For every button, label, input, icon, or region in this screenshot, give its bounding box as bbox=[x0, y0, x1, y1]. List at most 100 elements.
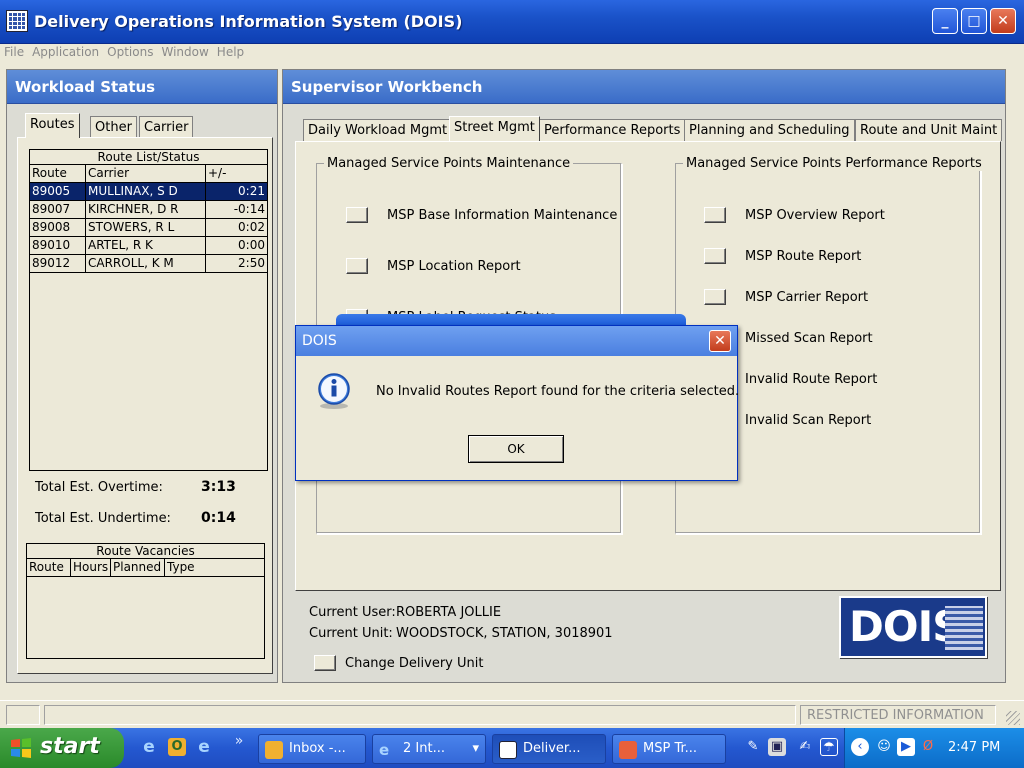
menu-application[interactable]: Application bbox=[28, 44, 103, 59]
app-icon bbox=[6, 10, 28, 32]
cell-diff: 0:00 bbox=[238, 238, 265, 252]
tab-routes[interactable]: Routes bbox=[25, 113, 80, 138]
col-hours: Hours bbox=[71, 559, 111, 576]
resize-grip-icon[interactable] bbox=[1006, 711, 1020, 725]
msp-carrier-button[interactable] bbox=[704, 289, 726, 305]
task-msp[interactable]: MSP Tr... bbox=[612, 734, 726, 764]
cell-route: 89008 bbox=[30, 219, 86, 236]
msp-route-button[interactable] bbox=[704, 248, 726, 264]
task-inbox-label: Inbox -... bbox=[289, 741, 346, 756]
dialog-title: DOIS bbox=[302, 333, 337, 349]
overtime-value: 3:13 bbox=[201, 479, 236, 495]
msp-location-button[interactable] bbox=[346, 258, 368, 274]
col-planned: Planned bbox=[111, 559, 165, 576]
tab-carrier[interactable]: Carrier bbox=[139, 116, 194, 138]
alert-tray-icon[interactable]: Ø bbox=[919, 738, 937, 756]
invalid-scan-label: Invalid Scan Report bbox=[745, 413, 872, 428]
route-list-grid: Route List/Status Route Carrier +/- 8900… bbox=[29, 149, 268, 471]
current-unit-value: WOODSTOCK, STATION, 3018901 bbox=[396, 626, 613, 641]
col-carrier: Carrier bbox=[86, 165, 206, 182]
msp-base-info-button[interactable] bbox=[346, 207, 368, 223]
info-icon bbox=[315, 372, 353, 410]
col-diff: +/- bbox=[208, 166, 227, 180]
shield-tray-icon[interactable]: ☂ bbox=[820, 738, 838, 756]
edit-tray-icon[interactable]: ✍ bbox=[796, 738, 814, 756]
window-title: Delivery Operations Information System (… bbox=[34, 12, 463, 31]
task-internet[interactable]: e 2 Int... ▾ bbox=[372, 734, 486, 764]
current-user-label: Current User: bbox=[309, 605, 396, 620]
tab-street-mgmt[interactable]: Street Mgmt bbox=[449, 116, 540, 141]
group-dropdown-icon: ▾ bbox=[472, 741, 479, 756]
menu-file[interactable]: File bbox=[0, 44, 28, 59]
route-vacancies-header: Route Hours Planned Type bbox=[27, 559, 264, 577]
browser-quicklaunch-icon[interactable]: e bbox=[195, 738, 213, 756]
table-row[interactable]: 89010 ARTEL, R K 0:00 bbox=[30, 237, 267, 255]
tab-route-unit-maint[interactable]: Route and Unit Maint bbox=[855, 119, 1003, 141]
table-row[interactable]: 89012 CARROLL, K M 2:50 bbox=[30, 255, 267, 273]
dois-app-icon bbox=[499, 741, 517, 759]
invalid-route-label: Invalid Route Report bbox=[745, 372, 878, 387]
dialog-title-bar: DOIS ✕ bbox=[296, 326, 737, 356]
status-pane-main bbox=[44, 705, 796, 725]
pen-tray-icon[interactable]: ✎ bbox=[744, 738, 762, 756]
close-button[interactable]: ✕ bbox=[990, 8, 1016, 34]
task-msp-label: MSP Tr... bbox=[643, 741, 698, 756]
tab-planning-scheduling[interactable]: Planning and Scheduling bbox=[684, 119, 855, 141]
msp-route-label: MSP Route Report bbox=[745, 249, 862, 264]
messenger-tray-icon[interactable]: ☺ bbox=[875, 738, 893, 756]
change-unit-button[interactable] bbox=[314, 655, 336, 671]
tab-performance-reports[interactable]: Performance Reports bbox=[539, 119, 686, 141]
task-internet-label: 2 Int... bbox=[403, 741, 445, 756]
menu-options[interactable]: Options bbox=[103, 44, 157, 59]
cell-carrier: ARTEL, R K bbox=[86, 237, 206, 254]
status-bar: RESTRICTED INFORMATION bbox=[0, 700, 1024, 728]
msp-overview-button[interactable] bbox=[704, 207, 726, 223]
maximize-button[interactable]: □ bbox=[961, 8, 987, 34]
workload-status-title: Workload Status bbox=[7, 70, 277, 104]
table-row[interactable]: 89008 STOWERS, R L 0:02 bbox=[30, 219, 267, 237]
table-row[interactable]: 89007 KIRCHNER, D R -0:14 bbox=[30, 201, 267, 219]
msp-carrier-label: MSP Carrier Report bbox=[745, 290, 869, 305]
tab-other[interactable]: Other bbox=[90, 116, 137, 138]
cell-carrier: STOWERS, R L bbox=[86, 219, 206, 236]
dois-logo: DOIS bbox=[839, 596, 987, 658]
taskbar: start e O e » Inbox -... e 2 Int... ▾ Deli… bbox=[0, 728, 1024, 768]
undertime-label: Total Est. Undertime: bbox=[35, 511, 171, 526]
task-dois-label: Deliver... bbox=[523, 741, 581, 756]
ie-quicklaunch-icon[interactable]: e bbox=[140, 738, 158, 756]
quicklaunch-chevron-icon[interactable]: » bbox=[230, 732, 248, 750]
powerpoint-icon bbox=[619, 741, 637, 759]
msp-overview-label: MSP Overview Report bbox=[745, 208, 885, 223]
menu-help[interactable]: Help bbox=[213, 44, 248, 59]
cell-route: 89007 bbox=[30, 201, 86, 218]
task-dois[interactable]: Deliver... bbox=[492, 734, 606, 764]
clock: 2:47 PM bbox=[948, 740, 1001, 755]
status-pane-left bbox=[6, 705, 40, 725]
col-type: Type bbox=[167, 560, 195, 574]
workbench-title: Supervisor Workbench bbox=[283, 70, 1005, 104]
table-row[interactable]: 89005 MULLINAX, S D 0:21 bbox=[30, 183, 267, 201]
cell-route: 89005 bbox=[30, 183, 86, 200]
start-button[interactable]: start bbox=[0, 728, 124, 768]
dialog-close-icon[interactable]: ✕ bbox=[709, 330, 731, 352]
outlook-quicklaunch-icon[interactable]: O bbox=[168, 738, 186, 756]
outlook-icon bbox=[265, 741, 283, 759]
windows-flag-icon bbox=[10, 737, 32, 759]
info-dialog: DOIS ✕ No Invalid Routes Report found fo… bbox=[295, 325, 739, 481]
change-unit-label: Change Delivery Unit bbox=[345, 656, 484, 671]
collapse-tray-icon[interactable]: ‹ bbox=[851, 738, 869, 756]
cell-route: 89012 bbox=[30, 255, 86, 272]
ok-button[interactable]: OK bbox=[468, 435, 564, 463]
logo-graphic bbox=[945, 606, 983, 650]
cell-diff: 0:02 bbox=[238, 220, 265, 234]
menu-window[interactable]: Window bbox=[157, 44, 212, 59]
msp-location-label: MSP Location Report bbox=[387, 259, 521, 274]
minimize-button[interactable]: _ bbox=[932, 8, 958, 34]
network-tray-icon[interactable]: ▣ bbox=[768, 738, 786, 756]
task-inbox[interactable]: Inbox -... bbox=[258, 734, 366, 764]
main-window: Delivery Operations Information System (… bbox=[0, 0, 1024, 728]
tab-daily-workload[interactable]: Daily Workload Mgmt bbox=[303, 119, 453, 141]
workload-status-panel: Workload Status Routes Other Carrier Rou… bbox=[6, 69, 278, 683]
cell-carrier: MULLINAX, S D bbox=[86, 183, 206, 200]
media-tray-icon[interactable]: ▶ bbox=[897, 738, 915, 756]
